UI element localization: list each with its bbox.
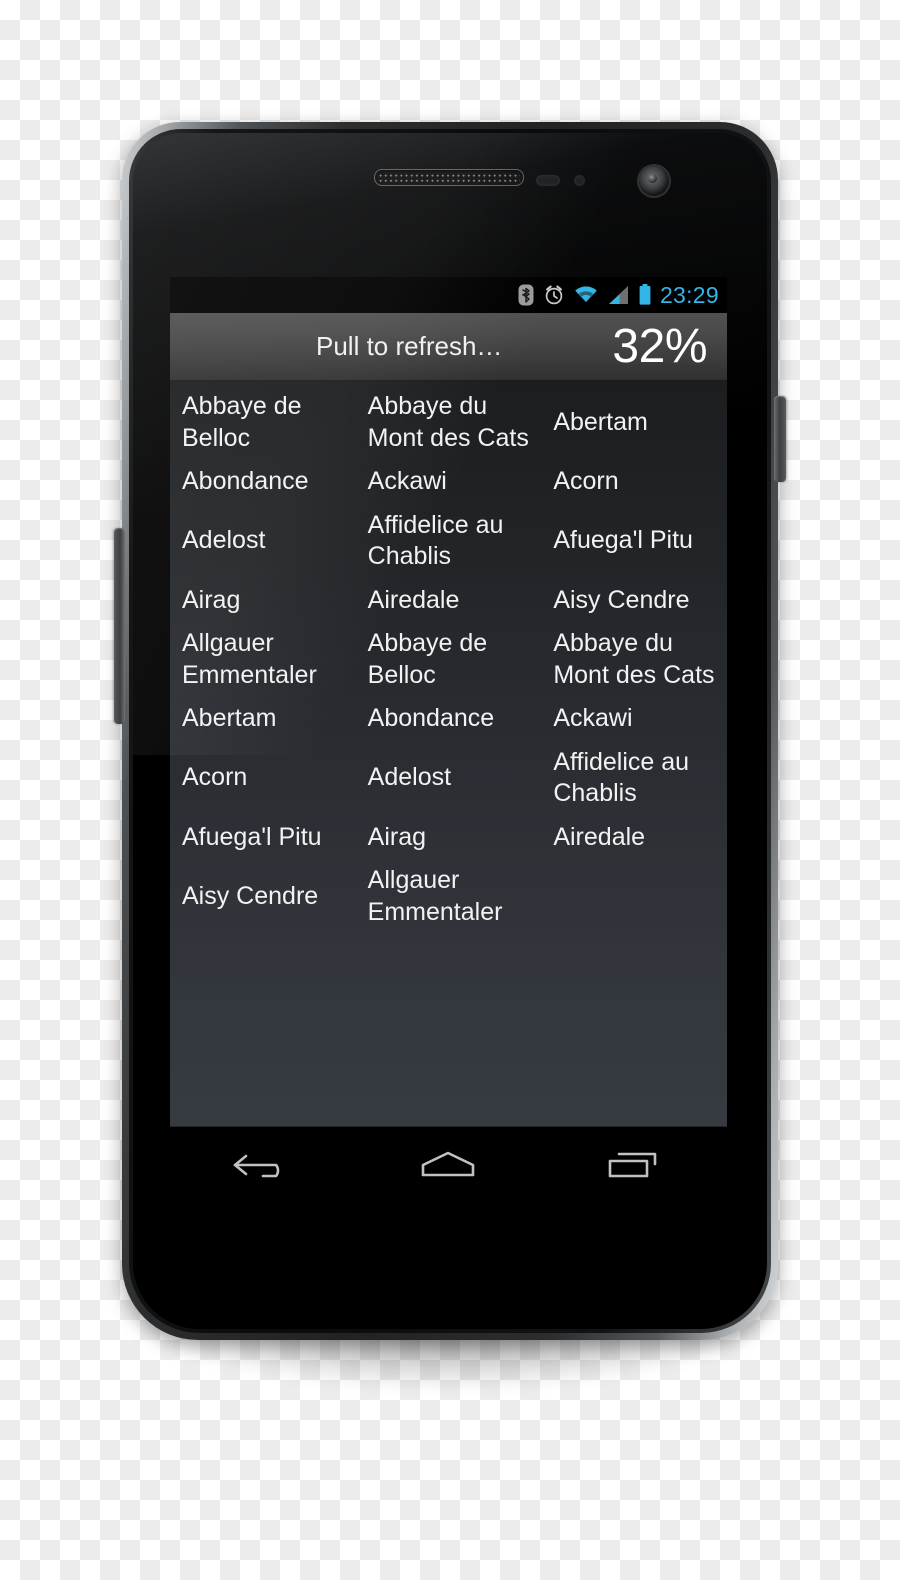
grid-item[interactable]: Allgauer Emmentaler	[170, 622, 356, 697]
earpiece-mesh	[378, 173, 520, 182]
alarm-clock-icon	[543, 284, 565, 306]
refresh-progress-percent: 32%	[612, 319, 707, 373]
grid-item[interactable]: Airedale	[541, 816, 727, 860]
home-button[interactable]	[388, 1136, 508, 1194]
wifi-icon	[574, 285, 598, 305]
status-bar: 23:29	[170, 277, 727, 313]
grid-item[interactable]: Aisy Cendre	[541, 579, 727, 623]
pull-to-refresh-label: Pull to refresh…	[316, 331, 503, 361]
item-grid: Abbaye de Belloc Abbaye du Mont des Cats A…	[170, 381, 727, 934]
status-clock: 23:29	[659, 281, 719, 308]
grid-item[interactable]: Aisy Cendre	[170, 859, 356, 934]
home-icon	[418, 1148, 478, 1182]
grid-item[interactable]: Abbaye du Mont des Cats	[356, 385, 542, 460]
grid-item[interactable]: Airag	[170, 579, 356, 623]
back-icon	[232, 1148, 294, 1182]
grid-item[interactable]: Abbaye de Belloc	[170, 385, 356, 460]
grid-item[interactable]: Adelost	[170, 504, 356, 579]
grid-item[interactable]: Airag	[356, 816, 542, 860]
power-button[interactable]	[774, 396, 786, 482]
grid-item[interactable]: Abertam	[170, 697, 356, 741]
grid-item[interactable]: Afuega'l Pitu	[170, 816, 356, 860]
proximity-sensor-icon	[536, 175, 560, 186]
grid-item[interactable]: Affidelice au Chablis	[356, 504, 542, 579]
grid-item[interactable]: Abondance	[170, 460, 356, 504]
recents-icon	[605, 1148, 663, 1182]
phone-screen: 23:29 Pull to refresh… 32% Abbaye de Bel…	[170, 277, 727, 1202]
grid-item[interactable]: Allgauer Emmentaler	[356, 859, 542, 934]
status-icon-group	[518, 284, 652, 306]
grid-item[interactable]: Adelost	[356, 741, 542, 816]
android-navigation-bar	[170, 1126, 727, 1202]
volume-rocker-button[interactable]	[114, 528, 125, 724]
pull-to-refresh-header[interactable]: Pull to refresh… 32%	[170, 313, 727, 381]
earpiece-speaker	[374, 169, 524, 186]
grid-item[interactable]: Ackawi	[356, 460, 542, 504]
grid-item[interactable]: Abbaye de Belloc	[356, 622, 542, 697]
light-sensor-icon	[574, 175, 585, 186]
recents-button[interactable]	[574, 1136, 694, 1194]
grid-item[interactable]: Ackawi	[541, 697, 727, 741]
grid-item[interactable]: Abondance	[356, 697, 542, 741]
grid-item[interactable]: Abertam	[541, 385, 727, 460]
front-camera	[639, 166, 669, 196]
grid-item[interactable]: Acorn	[541, 460, 727, 504]
bluetooth-icon	[518, 284, 534, 306]
grid-scroll-container[interactable]: Abbaye de Belloc Abbaye du Mont des Cats A…	[170, 381, 727, 1126]
battery-icon	[638, 284, 652, 306]
grid-item[interactable]: Abbaye du Mont des Cats	[541, 622, 727, 697]
back-button[interactable]	[203, 1136, 323, 1194]
cellular-signal-icon	[607, 285, 629, 305]
grid-item[interactable]: Airedale	[356, 579, 542, 623]
grid-item[interactable]: Affidelice au Chablis	[541, 741, 727, 816]
grid-item[interactable]: Afuega'l Pitu	[541, 504, 727, 579]
grid-item[interactable]: Acorn	[170, 741, 356, 816]
